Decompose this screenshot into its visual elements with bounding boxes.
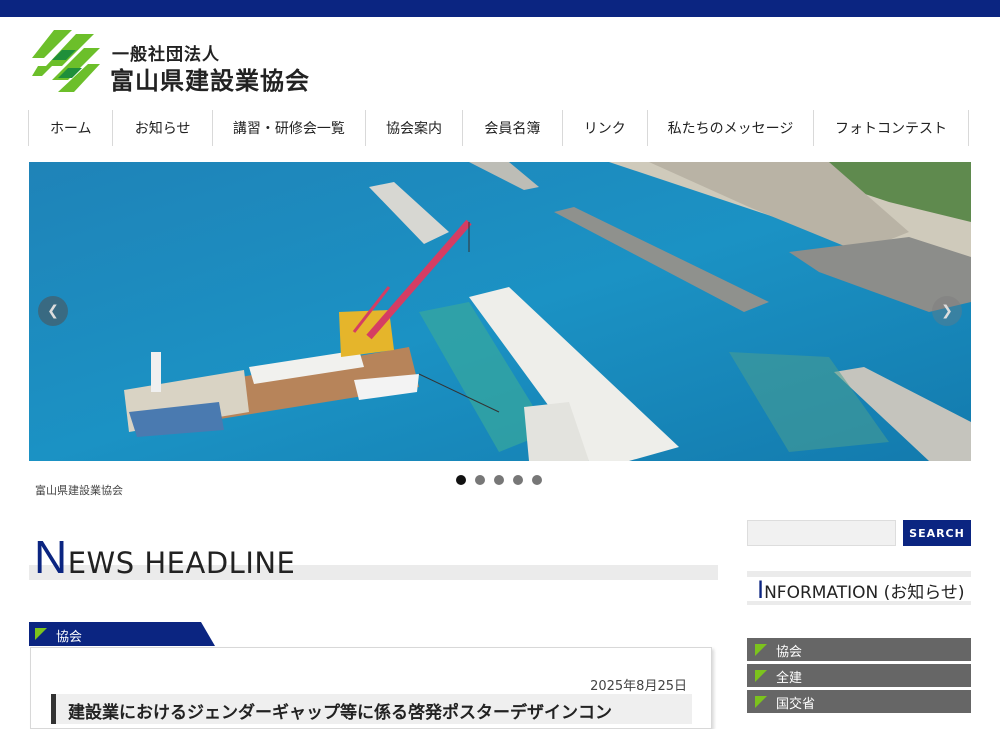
heading-rest: EWS HEADLINE	[67, 546, 296, 580]
sidebar-item-association[interactable]: 協会	[747, 638, 971, 661]
news-title[interactable]: 建設業におけるジェンダーギャップ等に係る啓発ポスターデザインコン	[68, 698, 612, 723]
top-bar	[0, 0, 1000, 17]
slide-caption: 富山県建設業協会	[35, 484, 123, 497]
information-heading: INFORMATION (お知らせ)	[747, 571, 971, 631]
nav-item-message[interactable]: 私たちのメッセージ	[648, 110, 814, 146]
news-headline-heading: NEWS HEADLINE	[29, 530, 718, 583]
nav-item-home[interactable]: ホーム	[29, 110, 114, 146]
nav-item-links[interactable]: リンク	[563, 110, 649, 146]
heading-initial: N	[34, 531, 68, 583]
news-title-bar[interactable]: 建設業におけるジェンダーギャップ等に係る啓発ポスターデザインコン	[51, 694, 692, 724]
slider-dot-3[interactable]	[494, 475, 504, 485]
nav-item-seminars[interactable]: 講習・研修会一覧	[213, 110, 366, 146]
sidebar-item-zenken[interactable]: 全建	[747, 664, 971, 687]
slider-dot-4[interactable]	[513, 475, 523, 485]
nav-item-news[interactable]: お知らせ	[113, 110, 213, 146]
site-logo[interactable]: 一般社団法人 富山県建設業協会	[32, 30, 332, 100]
chevron-right-icon: ❯	[941, 303, 953, 319]
search-input[interactable]	[747, 520, 896, 546]
news-category-tab[interactable]: 協会	[29, 622, 215, 646]
item-marker-icon	[755, 670, 767, 682]
item-marker-icon	[755, 696, 767, 708]
slider-prev-button[interactable]: ❮	[38, 296, 68, 326]
chevron-left-icon: ❮	[47, 303, 59, 319]
nav-item-about[interactable]: 協会案内	[366, 110, 464, 146]
news-heading-text: NEWS HEADLINE	[34, 530, 295, 584]
slider-dot-2[interactable]	[475, 475, 485, 485]
sidebar-item-label: 全建	[776, 671, 803, 686]
org-name: 富山県建設業協会	[110, 67, 310, 95]
nav-item-members[interactable]: 会員名簿	[463, 110, 563, 146]
sidebar-item-label: 国交省	[776, 697, 816, 712]
main-nav: ホーム お知らせ 講習・研修会一覧 協会案内 会員名簿 リンク 私たちのメッセージ フォトコン…	[28, 110, 969, 146]
hero-slider-image	[29, 162, 971, 461]
news-date: 2025年8月25日	[590, 679, 687, 694]
news-card[interactable]: 2025年8月25日 建設業におけるジェンダーギャップ等に係る啓発ポスターデザイ…	[30, 647, 712, 729]
category-label: 協会	[56, 630, 83, 645]
search-button[interactable]: SEARCH	[903, 520, 971, 546]
logo-mark-icon	[32, 30, 100, 92]
slider-dot-5[interactable]	[532, 475, 542, 485]
sidebar-item-mlit[interactable]: 国交省	[747, 690, 971, 713]
slider-pagination	[456, 475, 542, 485]
information-heading-text: INFORMATION (お知らせ)	[757, 577, 967, 606]
heading-rest: NFORMATION (お知らせ)	[764, 583, 965, 603]
aerial-harbor-photo	[29, 162, 971, 461]
nav-item-photo-contest[interactable]: フォトコンテスト	[814, 110, 969, 146]
sidebar-item-label: 協会	[776, 645, 803, 660]
item-marker-icon	[755, 644, 767, 656]
slider-dot-1[interactable]	[456, 475, 466, 485]
category-marker-icon	[35, 628, 47, 640]
slider-next-button[interactable]: ❯	[932, 296, 962, 326]
